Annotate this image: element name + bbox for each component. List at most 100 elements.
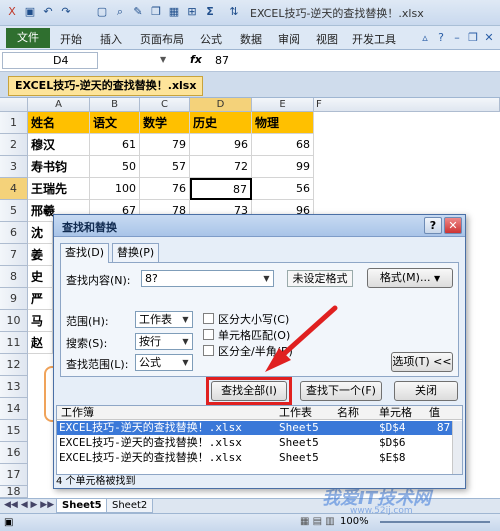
undo-icon[interactable]: ↶ (40, 4, 56, 20)
row-header[interactable]: 13 (0, 376, 28, 398)
tab-developer[interactable]: 开发工具 (352, 31, 396, 47)
match-byte-checkbox[interactable] (203, 345, 214, 356)
zoom-slider[interactable] (380, 521, 490, 523)
close-button[interactable]: 关闭 (394, 381, 458, 401)
format-painter-icon[interactable]: ✎ (130, 4, 146, 20)
result-row[interactable]: EXCEL技巧-逆天的查找替换！.xlsx Sheet5 $D$6 (57, 436, 452, 450)
tab-review[interactable]: 审阅 (278, 31, 300, 47)
search-order-select[interactable]: 按行 ▼ (135, 333, 193, 350)
column-header[interactable]: F (314, 98, 500, 112)
match-entire-cell-checkbox[interactable] (203, 329, 214, 340)
insert-function-icon[interactable]: fx (190, 53, 202, 66)
column-header[interactable]: A (28, 98, 90, 112)
data-cell[interactable]: 寿书钧 (28, 156, 90, 178)
table-icon[interactable]: ▦ (166, 4, 182, 20)
row-header[interactable]: 9 (0, 288, 28, 310)
data-cell[interactable]: 68 (252, 134, 314, 156)
tab-page-layout[interactable]: 页面布局 (140, 31, 184, 47)
column-header[interactable]: E (252, 98, 314, 112)
name-box-dropdown-icon[interactable]: ▼ (160, 55, 166, 64)
row-header[interactable]: 16 (0, 442, 28, 464)
column-header[interactable]: C (140, 98, 190, 112)
redo-icon[interactable]: ↷ (58, 4, 74, 20)
data-cell[interactable]: 王瑞先 (28, 178, 90, 200)
restore-icon[interactable]: ❐ (466, 31, 480, 45)
match-case-checkbox[interactable] (203, 313, 214, 324)
tab-data[interactable]: 数据 (240, 31, 262, 47)
result-row-selected[interactable]: EXCEL技巧-逆天的查找替换！.xlsx Sheet5 $D$4 87 (57, 421, 452, 435)
header-cell[interactable]: 姓名 (28, 112, 90, 134)
data-cell[interactable]: 赵 (28, 332, 53, 354)
tab-view[interactable]: 视图 (316, 31, 338, 47)
row-header[interactable]: 14 (0, 398, 28, 420)
data-cell[interactable]: 56 (252, 178, 314, 200)
tab-find[interactable]: 查找(D) (60, 243, 110, 263)
name-box[interactable]: D4 (2, 52, 98, 69)
column-header[interactable]: D (190, 98, 252, 112)
chevron-down-icon[interactable]: ▼ (260, 271, 273, 286)
row-header[interactable]: 2 (0, 134, 28, 156)
row-header[interactable]: 17 (0, 464, 28, 486)
row-header[interactable]: 10 (0, 310, 28, 332)
row-header[interactable]: 1 (0, 112, 28, 134)
data-cell[interactable]: 79 (140, 134, 190, 156)
zoom-level[interactable]: 100% (340, 516, 369, 527)
data-cell[interactable]: 沈 (28, 222, 53, 244)
results-scrollbar[interactable] (452, 421, 462, 474)
column-header[interactable]: B (90, 98, 140, 112)
data-cell[interactable]: 61 (90, 134, 140, 156)
results-header-cell[interactable]: 单元格 (379, 406, 429, 420)
header-cell[interactable]: 语文 (90, 112, 140, 134)
borders-icon[interactable]: ⊞ (184, 4, 200, 20)
row-header[interactable]: 6 (0, 222, 28, 244)
results-list[interactable]: 工作簿 工作表 名称 单元格 值 EXCEL技巧-逆天的查找替换！.xlsx S… (56, 405, 463, 475)
data-cell[interactable]: 76 (140, 178, 190, 200)
data-cell[interactable]: 96 (190, 134, 252, 156)
chevron-down-icon[interactable]: ▼ (179, 355, 192, 370)
tab-home[interactable]: 开始 (60, 31, 82, 47)
data-cell[interactable]: 严 (28, 288, 53, 310)
row-header[interactable]: 4 (0, 178, 28, 200)
preview-icon[interactable]: ⌕ (112, 4, 128, 20)
row-header[interactable]: 5 (0, 200, 28, 222)
header-cell[interactable]: 历史 (190, 112, 252, 134)
data-cell[interactable]: 50 (90, 156, 140, 178)
autosum-icon[interactable]: Σ (202, 4, 218, 20)
look-in-select[interactable]: 公式 ▼ (135, 354, 193, 371)
sort-icon[interactable]: ⇅ (226, 4, 242, 20)
tab-replace[interactable]: 替换(P) (112, 243, 160, 262)
expand-ribbon-icon[interactable]: ▵ (418, 31, 432, 45)
data-cell[interactable]: 99 (252, 156, 314, 178)
data-cell[interactable]: 100 (90, 178, 140, 200)
data-cell[interactable]: 史 (28, 266, 53, 288)
close-icon[interactable]: ✕ (482, 31, 496, 45)
row-header[interactable]: 15 (0, 420, 28, 442)
tab-file[interactable]: 文件 (6, 28, 50, 48)
row-header[interactable]: 12 (0, 354, 28, 376)
data-cell[interactable]: 马 (28, 310, 53, 332)
tab-formulas[interactable]: 公式 (200, 31, 222, 47)
row-header[interactable]: 8 (0, 266, 28, 288)
options-button[interactable]: 选项(T) << (391, 352, 453, 372)
sheet-nav-icon[interactable]: ◀◀ ◀ ▶ ▶▶ (4, 500, 54, 510)
formula-input[interactable]: 87 (215, 52, 229, 69)
find-what-input[interactable]: 8? ▼ (141, 270, 274, 287)
workbook-tab[interactable]: EXCEL技巧-逆天的查找替换！.xlsx (8, 76, 204, 96)
results-header-value[interactable]: 值 (429, 406, 462, 420)
result-row[interactable]: EXCEL技巧-逆天的查找替换！.xlsx Sheet5 $E$8 (57, 451, 452, 465)
within-select[interactable]: 工作表 ▼ (135, 311, 193, 328)
data-cell[interactable]: 姜 (28, 244, 53, 266)
tab-insert[interactable]: 插入 (100, 31, 122, 47)
save-icon[interactable]: ▣ (22, 4, 38, 20)
results-header-sheet[interactable]: 工作表 (279, 406, 337, 420)
data-cell[interactable]: 72 (190, 156, 252, 178)
chevron-down-icon[interactable]: ▼ (179, 334, 192, 349)
data-cell[interactable]: 57 (140, 156, 190, 178)
help-icon[interactable]: ? (434, 31, 448, 45)
chevron-down-icon[interactable]: ▼ (179, 312, 192, 327)
dialog-close-icon[interactable]: ✕ (444, 217, 462, 234)
format-button[interactable]: 格式(M)... ▼ (367, 268, 453, 288)
row-header[interactable]: 7 (0, 244, 28, 266)
minimize-icon[interactable]: – (450, 31, 464, 45)
row-header[interactable]: 3 (0, 156, 28, 178)
